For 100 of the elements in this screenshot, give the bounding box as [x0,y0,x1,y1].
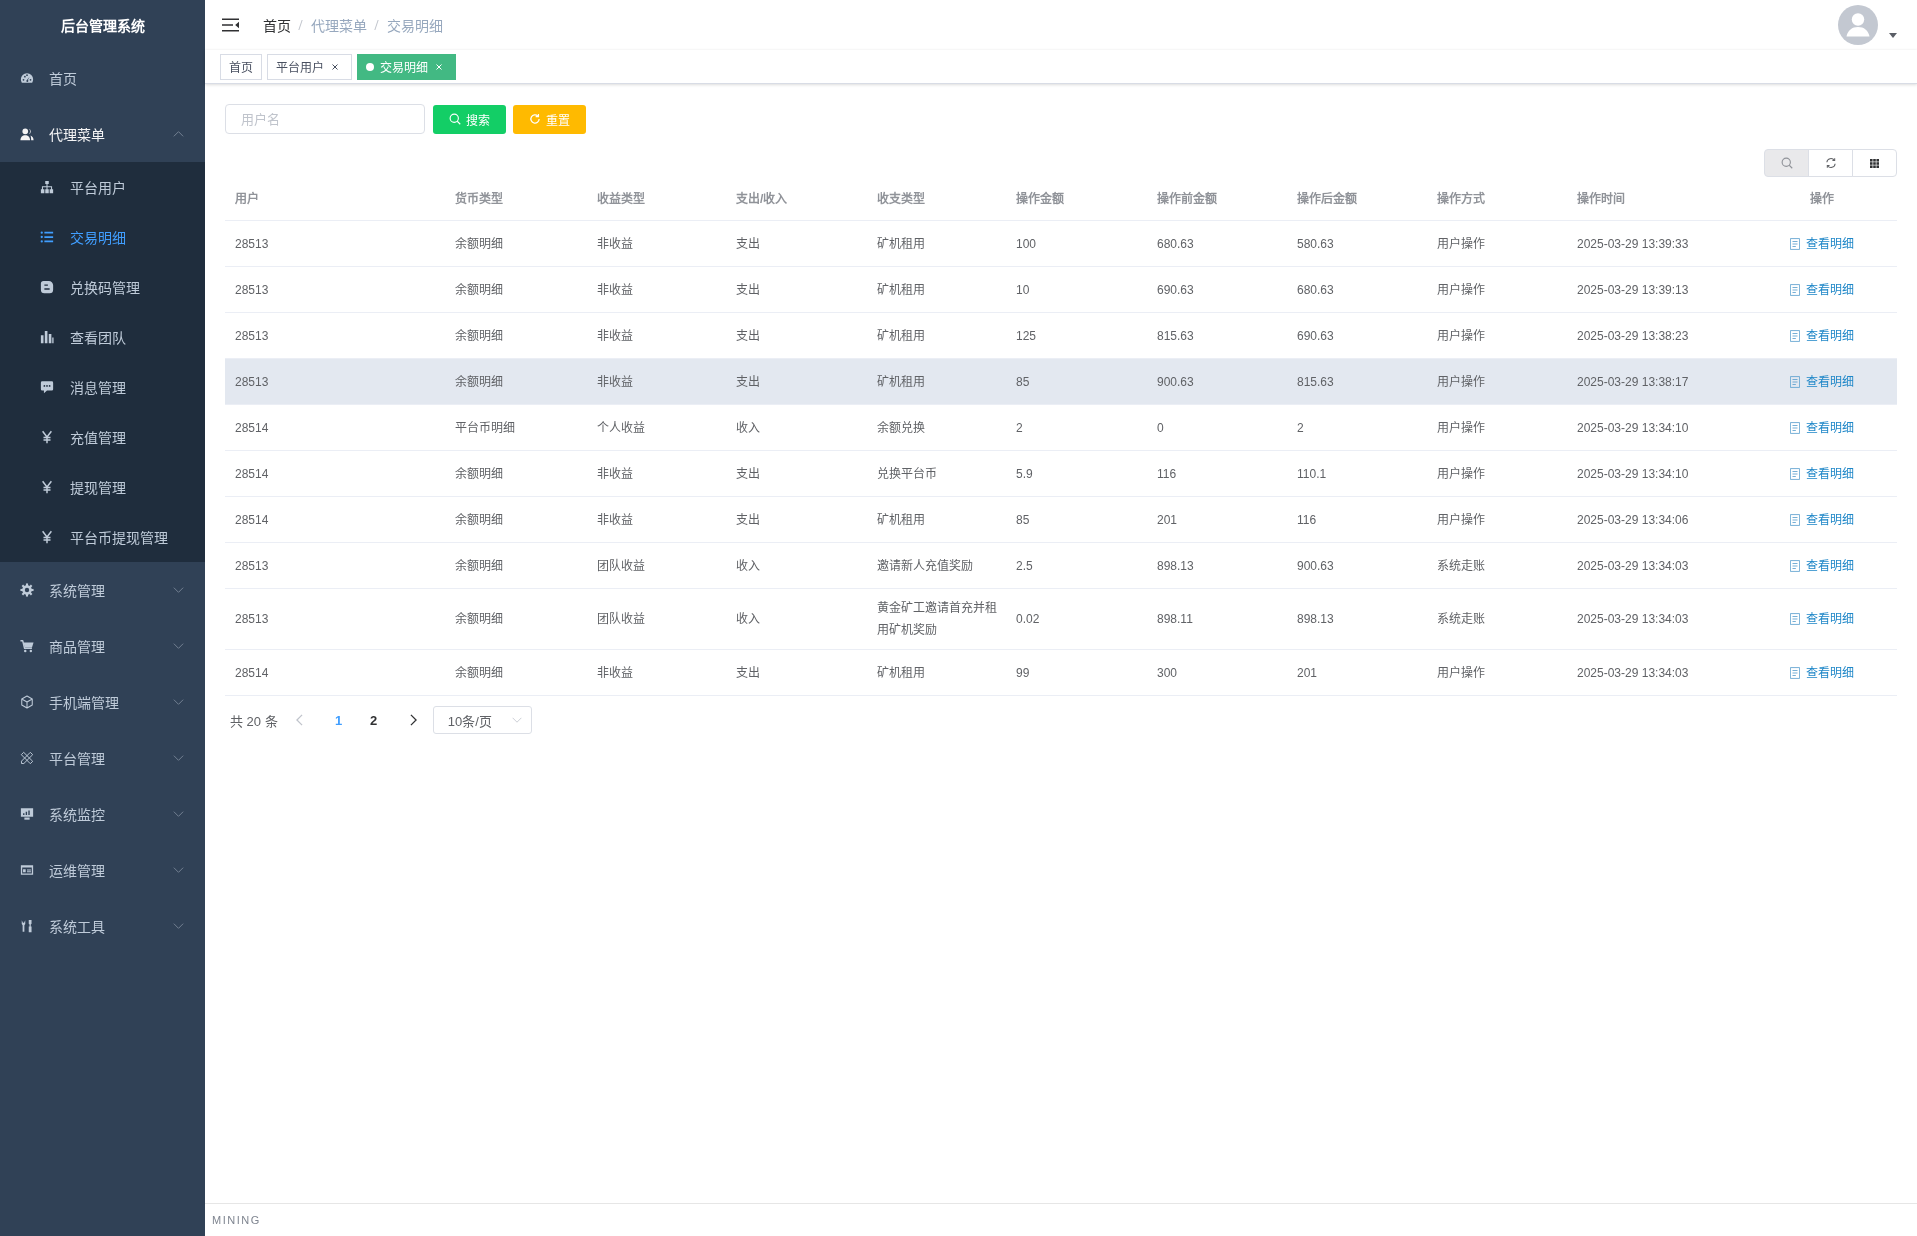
table-cell: 28514 [235,665,269,680]
column-header: 用户 [234,190,260,208]
menu-item[interactable]: 查看团队 [0,312,205,362]
view-details-link[interactable]: 查看明细 [1790,661,1854,684]
tab[interactable]: 平台用户 [267,53,352,80]
document-icon [1790,237,1800,250]
input-field[interactable]: 用户名 [225,104,425,134]
submenu-title[interactable]: 代理菜单 [0,106,205,162]
table-cell: 支出 [736,466,760,481]
menu-item[interactable]: 交易明细 [0,212,205,262]
table-cell: 28513 [235,236,269,251]
submenu-title[interactable]: 系统工具 [0,898,205,954]
table-cell: 99 [1016,665,1030,680]
table-cell: 898.13 [1297,612,1334,626]
menu-item[interactable]: 提现管理 [0,462,205,512]
table-cell: 815.63 [1157,328,1194,343]
table-cell: 201 [1157,512,1178,527]
table-cell: 非收益 [597,328,633,343]
caret-down-icon[interactable] [1889,32,1897,38]
table-cell: 矿机租用 [877,512,925,527]
table-cell: 非收益 [597,282,633,297]
table-cell: 28514 [235,466,269,481]
table-cell: 用户操作 [1437,374,1485,389]
yen-icon [40,430,54,444]
table-cell: 黄金矿工邀请首充并租用矿机奖励 [877,601,997,637]
table-cell: 28513 [235,374,269,389]
table-cell: 用户操作 [1437,282,1485,297]
table-cell: 0 [1157,420,1164,435]
submenu-title[interactable]: 商品管理 [0,618,205,674]
column-header: 操作时间 [1576,190,1626,208]
table-cell: 85 [1016,512,1030,527]
table-cell: 非收益 [597,512,633,527]
table-cell: 收入 [736,612,760,626]
separator-icon [374,19,379,31]
menu-item[interactable]: 兑换码管理 [0,262,205,312]
table-cell: 矿机租用 [877,236,925,251]
view-details-link[interactable]: 查看明细 [1790,462,1854,485]
view-details-link[interactable]: 查看明细 [1790,278,1854,301]
view-details-link[interactable]: 查看明细 [1790,554,1854,577]
page-button[interactable]: 2 [358,706,389,734]
avatar-icon[interactable] [1838,5,1878,45]
table-cell: 矿机租用 [877,282,925,297]
menu-item[interactable]: 首页 [0,50,205,106]
tab[interactable]: 首页 [220,53,262,80]
table-cell: 非收益 [597,466,633,481]
table-cell: 支出 [736,512,760,527]
table-cell: 28513 [235,328,269,343]
table-cell: 用户操作 [1437,512,1485,527]
table-cell: 非收益 [597,665,633,680]
table-cell: 2.5 [1016,558,1033,573]
view-details-link[interactable]: 查看明细 [1790,370,1854,393]
breadcrumb-item: 代理菜单 [311,17,367,35]
table-cell: 团队收益 [597,558,645,573]
table-cell: 900.63 [1297,558,1334,573]
app-title: 后台管理系统 [60,17,145,35]
view-details-link[interactable]: 查看明细 [1790,232,1854,255]
menu-item[interactable]: 充值管理 [0,412,205,462]
table-cell: 支出 [736,282,760,297]
refresh-icon [529,113,541,125]
dot-icon [366,62,374,71]
grid-button[interactable] [1852,149,1897,177]
table-cell: 系统走账 [1437,558,1485,573]
column-header: 操作后金额 [1296,190,1358,208]
table-cell: 非收益 [597,374,633,389]
submenu-title[interactable]: 平台管理 [0,730,205,786]
chevron-down-icon [511,717,522,723]
close-icon[interactable] [332,64,338,70]
submenu-title[interactable]: 手机端管理 [0,674,205,730]
table-cell: 28514 [235,512,269,527]
search-button[interactable] [1764,149,1809,177]
menu-item[interactable]: 平台币提现管理 [0,512,205,562]
column-header: 操作金额 [1015,190,1065,208]
table-cell: 收入 [736,558,760,573]
chevron-right-icon [410,714,418,726]
menu-item[interactable]: 平台用户 [0,162,205,212]
view-details-link[interactable]: 查看明细 [1790,324,1854,347]
table-cell: 支出 [736,665,760,680]
breadcrumb-link[interactable]: 首页 [263,15,291,35]
table-cell: 余额明细 [455,374,503,389]
users-icon [20,127,34,141]
table-cell: 125 [1016,328,1037,343]
table-cell: 85 [1016,374,1030,389]
view-details-link[interactable]: 查看明细 [1790,508,1854,531]
table-cell: 2025-03-29 13:39:13 [1577,282,1689,297]
submenu-title[interactable]: 运维管理 [0,842,205,898]
document-icon [1790,467,1800,480]
document-icon [1790,329,1800,342]
menu-icon[interactable] [222,18,239,32]
table-cell: 平台币明细 [455,420,515,435]
submenu-title[interactable]: 系统管理 [0,562,205,618]
view-details-link[interactable]: 查看明细 [1790,608,1854,630]
table-cell: 680.63 [1157,236,1194,251]
view-details-link[interactable]: 查看明细 [1790,416,1854,439]
menu-item[interactable]: 消息管理 [0,362,205,412]
document-icon [1790,559,1800,572]
table-cell: 2025-03-29 13:34:10 [1577,466,1689,481]
table-cell: 余额明细 [455,236,503,251]
submenu-title[interactable]: 系统监控 [0,786,205,842]
page-size-select[interactable]: 10条/页 [432,706,532,734]
gauge-icon [20,71,34,85]
